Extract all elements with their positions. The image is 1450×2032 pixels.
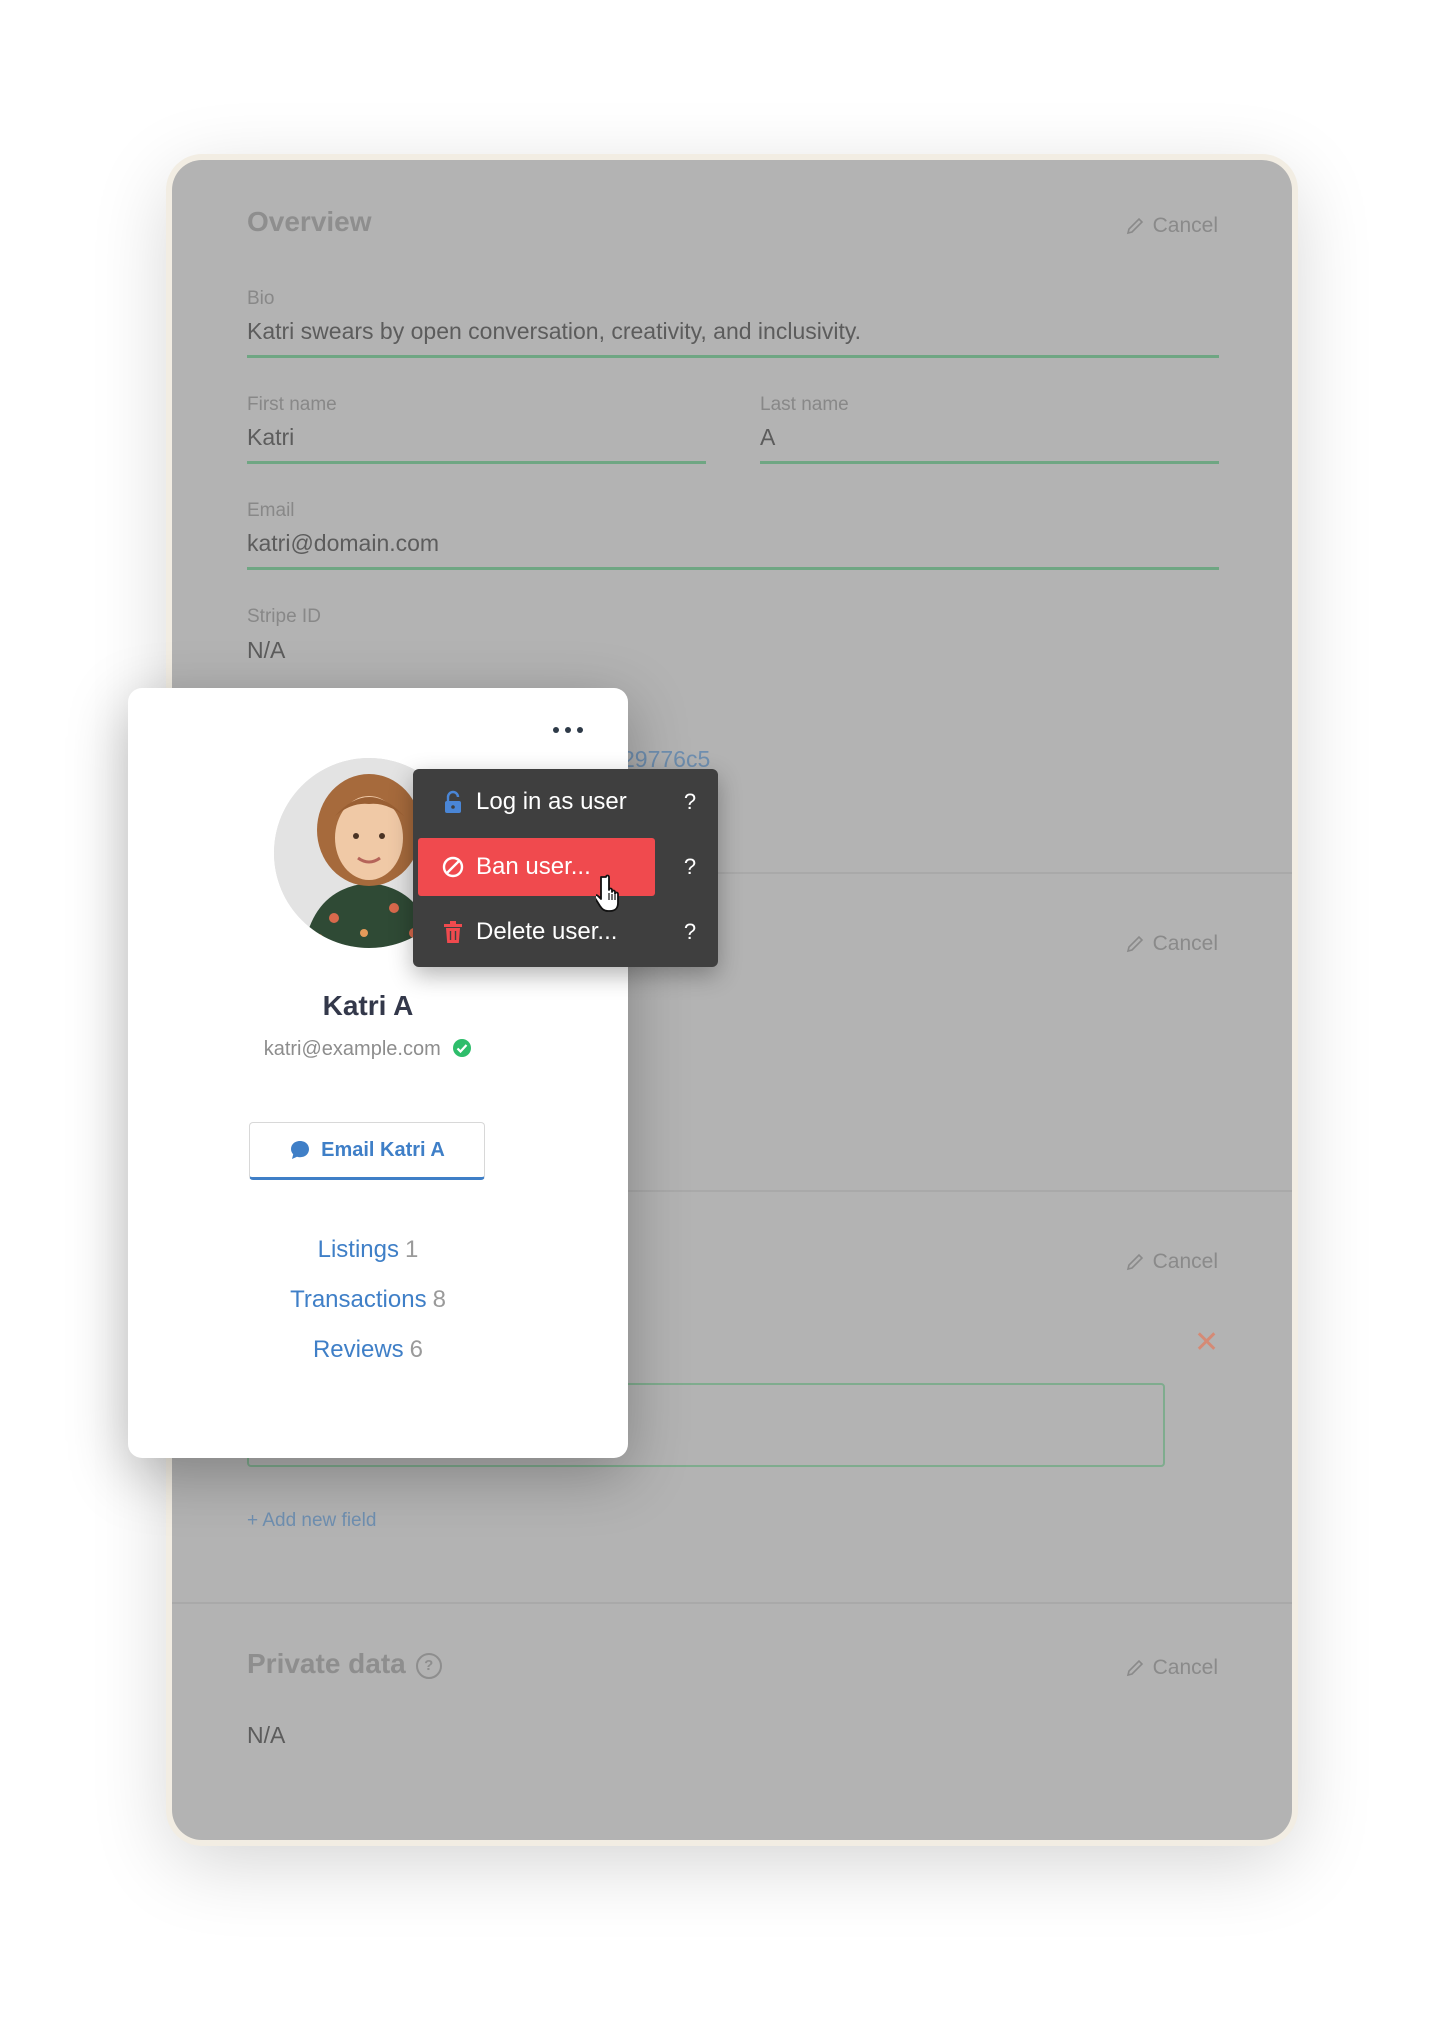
pencil-icon <box>1126 1659 1143 1677</box>
listings-link[interactable]: Listings 1 <box>128 1236 608 1264</box>
cancel-label: Cancel <box>1152 932 1218 955</box>
bio-underline <box>247 355 1219 358</box>
cancel-label: Cancel <box>1152 214 1218 237</box>
lock-icon <box>445 790 461 813</box>
ban-icon <box>442 856 464 878</box>
stat-count: 8 <box>432 1286 446 1313</box>
overview-cancel-button[interactable]: Cancel <box>1125 214 1218 238</box>
menu-item-log-in-as-user[interactable]: Log in as user <box>418 773 655 831</box>
private-data-title-text: Private data <box>247 1648 406 1679</box>
remove-field-icon[interactable]: ✕ <box>1194 1328 1219 1358</box>
private-data-value: N/A <box>247 1722 286 1748</box>
section-two-cancel-button[interactable]: Cancel <box>1125 932 1218 956</box>
user-actions-menu: Log in as user ? Ban user... ? Delete us… <box>413 769 718 967</box>
private-data-section: Private data? Cancel N/A <box>172 1602 1292 1840</box>
delete-help-icon[interactable]: ? <box>675 903 705 961</box>
private-data-cancel-button[interactable]: Cancel <box>1125 1656 1218 1680</box>
log-in-help-icon[interactable]: ? <box>675 773 705 831</box>
cancel-label: Cancel <box>1152 1656 1218 1679</box>
email-user-button[interactable]: Email Katri A <box>249 1122 485 1180</box>
pencil-icon <box>1126 935 1143 953</box>
chat-bubble-icon <box>291 1141 310 1159</box>
verified-check-icon <box>453 1039 472 1057</box>
private-data-title: Private data? <box>247 1648 442 1680</box>
pencil-icon <box>1126 1253 1143 1271</box>
menu-item-label: Delete user... <box>476 918 618 945</box>
add-new-field-link[interactable]: + Add new field <box>247 1510 376 1532</box>
menu-item-label: Ban user... <box>476 853 591 880</box>
cancel-label: Cancel <box>1152 1250 1218 1273</box>
help-icon[interactable]: ? <box>415 1652 442 1679</box>
menu-item-label: Log in as user <box>476 788 627 815</box>
user-name: Katri A <box>322 990 414 1021</box>
user-email: katri@example.com <box>128 1038 608 1061</box>
stripe-id-value: N/A <box>247 637 286 663</box>
first-name-field[interactable]: Katri <box>247 424 294 451</box>
bio-field[interactable]: Katri swears by open conversation, creat… <box>247 318 861 345</box>
menu-item-delete-user[interactable]: Delete user... <box>418 903 655 961</box>
menu-item-ban-user[interactable]: Ban user... <box>418 838 655 896</box>
user-email-text: katri@example.com <box>263 1038 441 1060</box>
stat-label: Listings <box>317 1236 399 1263</box>
stat-count: 1 <box>405 1236 419 1263</box>
first-name-label: First name <box>247 394 337 415</box>
stat-label: Reviews <box>312 1336 404 1363</box>
more-options-icon[interactable] <box>553 718 583 738</box>
section-three-cancel-button[interactable]: Cancel <box>1125 1250 1218 1274</box>
last-name-label: Last name <box>760 394 849 415</box>
trash-icon <box>444 921 462 943</box>
overview-title: Overview <box>247 206 372 237</box>
transactions-link[interactable]: Transactions 8 <box>128 1286 608 1314</box>
last-name-field[interactable]: A <box>760 424 775 451</box>
bio-label: Bio <box>247 288 275 309</box>
first-name-underline <box>247 461 706 464</box>
stat-count: 6 <box>409 1336 424 1363</box>
last-name-underline <box>760 461 1219 464</box>
email-field[interactable]: katri@domain.com <box>247 530 439 557</box>
email-label: Email <box>247 500 295 521</box>
email-underline <box>247 567 1219 570</box>
pencil-icon <box>1126 217 1143 235</box>
reviews-link[interactable]: Reviews 6 <box>128 1336 608 1364</box>
ban-help-icon[interactable]: ? <box>675 838 705 896</box>
email-button-label: Email Katri A <box>321 1138 445 1161</box>
stat-label: Transactions <box>290 1286 427 1313</box>
stripe-id-label: Stripe ID <box>247 606 321 627</box>
